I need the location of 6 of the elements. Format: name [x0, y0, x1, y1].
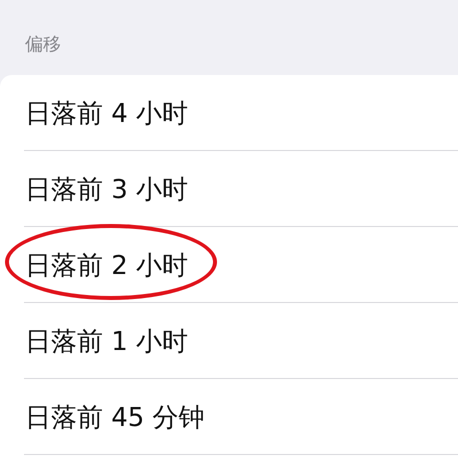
- list-item[interactable]: 日落前 3 小时: [0, 151, 458, 227]
- list-item[interactable]: 日落前 4 小时: [0, 75, 458, 151]
- section-header: 偏移: [24, 33, 62, 57]
- list-item[interactable]: 日落前 2 小时: [0, 227, 458, 303]
- list-item[interactable]: 日落前 1 小时: [0, 303, 458, 379]
- list-item[interactable]: 日落前 45 分钟: [0, 379, 458, 455]
